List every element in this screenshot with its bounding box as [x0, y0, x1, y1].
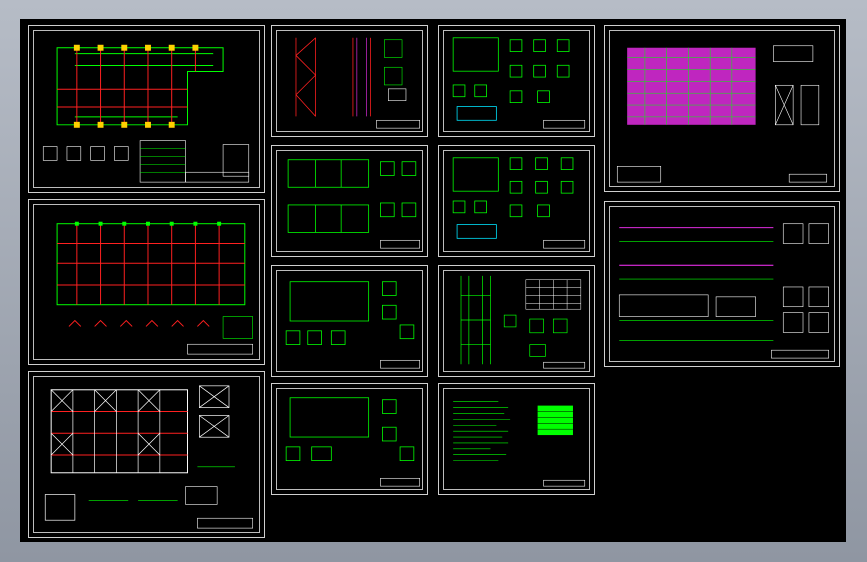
beam-detail-1-drawing: [287, 159, 421, 249]
sheet-design-notes[interactable]: [438, 383, 595, 495]
design-notes-drawing: [453, 401, 586, 487]
bracing-plan-drawing: [44, 385, 254, 529]
sheet-beam-detail-1[interactable]: [271, 145, 428, 257]
sheet-foundation-plan[interactable]: [28, 25, 265, 193]
sheet-frame-elevation[interactable]: [271, 25, 428, 137]
connection-details-2-drawing: [452, 157, 586, 249]
sheet-column-schedule[interactable]: [438, 265, 595, 377]
sheet-connection-details-1[interactable]: [438, 25, 595, 137]
connection-details-1-drawing: [452, 37, 586, 129]
sheet-bracing-plan[interactable]: [28, 371, 265, 538]
sheet-beam-detail-2[interactable]: [271, 265, 428, 377]
foundation-plan-drawing: [42, 44, 250, 183]
beam-detail-2-drawing: [285, 281, 421, 369]
column-schedule-drawing: [460, 275, 586, 369]
roof-plan-drawing: [616, 45, 828, 183]
drawing-canvas[interactable]: [20, 19, 846, 542]
sheet-column-layout-plan[interactable]: [28, 199, 265, 365]
sheet-connection-details-2[interactable]: [438, 145, 595, 257]
sheet-roof-plan[interactable]: [604, 25, 840, 192]
frame-elevation-drawing: [295, 37, 421, 129]
sheet-long-elevation[interactable]: [604, 201, 840, 367]
long-elevation-drawing: [618, 223, 829, 359]
column-layout-drawing: [56, 221, 254, 355]
sheet-beam-detail-3[interactable]: [271, 383, 428, 495]
beam-detail-3-drawing: [285, 397, 421, 487]
